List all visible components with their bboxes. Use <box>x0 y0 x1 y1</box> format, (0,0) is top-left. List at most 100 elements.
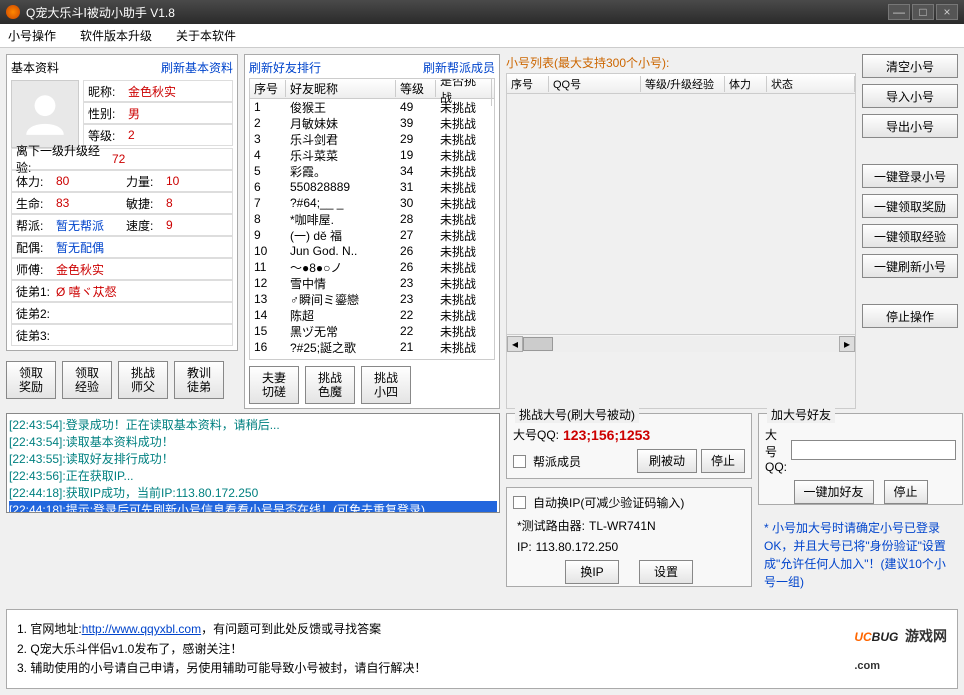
footer: 1. 官网地址:http://www.qqyxbl.com，有问题可到此处反馈或… <box>6 609 958 689</box>
refresh-friends-link[interactable]: 刷新好友排行 <box>249 59 321 76</box>
scroll-left-icon[interactable]: ◂ <box>507 336 523 352</box>
claim-all-exp-button[interactable]: 一键领取经验 <box>862 224 958 248</box>
table-row[interactable]: 14陈超22未挑战 <box>250 307 494 323</box>
challenge-stop-button[interactable]: 停止 <box>701 449 745 473</box>
login-all-button[interactable]: 一键登录小号 <box>862 164 958 188</box>
gang-label: 帮派: <box>12 217 52 234</box>
life-label: 生命: <box>12 195 52 212</box>
menu-about[interactable]: 关于本软件 <box>176 27 236 44</box>
scroll-right-icon[interactable]: ▸ <box>839 336 855 352</box>
basic-title: 基本资料 <box>11 59 59 76</box>
claim-all-reward-button[interactable]: 一键领取奖励 <box>862 194 958 218</box>
brush-passive-button[interactable]: 刷被动 <box>637 449 697 473</box>
clear-alt-button[interactable]: 清空小号 <box>862 54 958 78</box>
ip-settings-button[interactable]: 设置 <box>639 560 693 584</box>
hp-value: 80 <box>52 174 122 188</box>
refresh-gang-link[interactable]: 刷新帮派成员 <box>423 59 495 76</box>
alt-col-qq[interactable]: QQ号 <box>549 76 641 92</box>
foot1-post: ，有问题可到此处反馈或寻找答案 <box>201 622 381 636</box>
gang-member-label: 帮派成员 <box>533 453 581 470</box>
gender-value: 男 <box>124 105 232 122</box>
gender-label: 性别: <box>84 105 124 122</box>
challenge-qq-value: 123;156;1253 <box>563 427 650 443</box>
maximize-button[interactable]: □ <box>912 4 934 20</box>
level-label: 等级: <box>84 127 124 144</box>
col-idx[interactable]: 序号 <box>250 80 286 97</box>
str-label: 力量: <box>122 173 162 190</box>
table-row[interactable]: 655082888931未挑战 <box>250 179 494 195</box>
stop-button[interactable]: 停止操作 <box>862 304 958 328</box>
spd-label: 速度: <box>122 217 162 234</box>
table-row[interactable]: 16?#25;誕之歌21未挑战 <box>250 339 494 355</box>
change-ip-button[interactable]: 换IP <box>565 560 619 584</box>
friend-table[interactable]: 序号 好友昵称 等级 是否挑战 1俊猴王49未挑战2月敏妹妹39未挑战3乐斗剑君… <box>249 78 495 360</box>
router-label: *测试路由器: <box>517 517 585 534</box>
log-line: [22:44:18]:获取IP成功，当前IP:113.80.172.250 <box>9 484 497 501</box>
couple-spar-button[interactable]: 夫妻 切磋 <box>249 366 299 404</box>
alt-col-status[interactable]: 状态 <box>767 76 855 92</box>
challenge-title: 挑战大号(刷大号被动) <box>515 406 639 423</box>
table-row[interactable]: 4乐斗菜菜19未挑战 <box>250 147 494 163</box>
refresh-basic-link[interactable]: 刷新基本资料 <box>161 59 233 76</box>
claim-reward-button[interactable]: 领取 奖励 <box>6 361 56 399</box>
d3-label: 徒弟3: <box>12 327 52 344</box>
table-row[interactable]: 2月敏妹妹39未挑战 <box>250 115 494 131</box>
master-value: 金色秋实 <box>52 261 232 278</box>
table-row[interactable]: 9(一) dě 福27未挑战 <box>250 227 494 243</box>
menu-upgrade[interactable]: 软件版本升级 <box>80 27 152 44</box>
note-box: * 小号加大号时请确定小号已登录OK，并且大号已将"身份验证"设置成"允许任何人… <box>758 513 963 603</box>
challenge-xiaosi-button[interactable]: 挑战 小四 <box>361 366 411 404</box>
table-row[interactable]: 11～●8●○ノ26未挑战 <box>250 259 494 275</box>
autoip-checkbox[interactable] <box>513 496 526 509</box>
foot2: 2. Q宠大乐斗伴侣v1.0发布了，感谢关注！ <box>17 640 426 659</box>
foot3: 3. 辅助使用的小号请自己申请，另使用辅助可能导致小号被封，请自行解决！ <box>17 659 426 678</box>
challenge-group: 挑战大号(刷大号被动) 大号QQ: 123;156;1253 帮派成员 刷被动 … <box>506 413 752 479</box>
addfriend-qq-input[interactable] <box>791 440 956 460</box>
d1-value: Ø 嘻ヾ苁惄 <box>52 283 232 300</box>
logo: UCBUG 游戏网 .com <box>854 620 947 676</box>
scroll-thumb[interactable] <box>523 337 553 351</box>
refresh-all-button[interactable]: 一键刷新小号 <box>862 254 958 278</box>
addfriend-stop-button[interactable]: 停止 <box>884 480 928 504</box>
menubar: 小号操作 软件版本升级 关于本软件 <box>0 24 964 48</box>
alt-col-exp[interactable]: 等级/升级经验 <box>641 76 725 92</box>
import-alt-button[interactable]: 导入小号 <box>862 84 958 108</box>
table-row[interactable]: 10Jun God. N..26未挑战 <box>250 243 494 259</box>
alt-col-hp[interactable]: 体力 <box>725 76 767 92</box>
table-row[interactable]: 12雪中情23未挑战 <box>250 275 494 291</box>
spd-value: 9 <box>162 218 232 232</box>
claim-exp-button[interactable]: 领取 经验 <box>62 361 112 399</box>
add-friend-button[interactable]: 一键加好友 <box>794 480 874 504</box>
minimize-button[interactable]: — <box>888 4 910 20</box>
alt-list-panel: 小号列表(最大支持300个小号): 序号 QQ号 等级/升级经验 体力 状态 ◂… <box>506 54 856 409</box>
table-row[interactable]: 15黑ヅ无常22未挑战 <box>250 323 494 339</box>
note-text: * 小号加大号时请确定小号已登录OK，并且大号已将"身份验证"设置成"允许任何人… <box>764 519 957 591</box>
table-row[interactable]: 13♂瞬间ミ鎏戀23未挑战 <box>250 291 494 307</box>
table-row[interactable]: 3乐斗剑君29未挑战 <box>250 131 494 147</box>
export-alt-button[interactable]: 导出小号 <box>862 114 958 138</box>
gang-value: 暂无帮派 <box>52 217 122 234</box>
menu-alt-ops[interactable]: 小号操作 <box>8 27 56 44</box>
log-line-selected: [22:44:18]:提示:登录后可先刷新小号信息看看小号是否在线！(可免去重复… <box>9 501 497 513</box>
table-row[interactable]: 7?#64;__ _30未挑战 <box>250 195 494 211</box>
close-button[interactable]: × <box>936 4 958 20</box>
window-title: Q宠大乐斗Ⅰ被动小助手 V1.8 <box>26 4 886 21</box>
alt-scrollbar[interactable]: ◂ ▸ <box>507 334 855 352</box>
teach-disciple-button[interactable]: 教训 徒弟 <box>174 361 224 399</box>
table-row[interactable]: 8*咖啡屋.28未挑战 <box>250 211 494 227</box>
col-level[interactable]: 等级 <box>396 80 436 97</box>
alt-col-idx[interactable]: 序号 <box>507 76 549 92</box>
agi-label: 敏捷: <box>122 195 162 212</box>
table-row[interactable]: 1俊猴王49未挑战 <box>250 99 494 115</box>
avatar <box>11 80 79 148</box>
alt-table[interactable]: 序号 QQ号 等级/升级经验 体力 状态 ◂ ▸ <box>506 73 856 409</box>
challenge-master-button[interactable]: 挑战 师父 <box>118 361 168 399</box>
level-value: 2 <box>124 128 232 142</box>
d2-label: 徒弟2: <box>12 305 52 322</box>
challenge-semo-button[interactable]: 挑战 色魔 <box>305 366 355 404</box>
col-name[interactable]: 好友昵称 <box>286 80 396 97</box>
log-box[interactable]: [22:43:54]:登录成功！正在读取基本资料，请稍后... [22:43:5… <box>6 413 500 513</box>
table-row[interactable]: 5彩霞。34未挑战 <box>250 163 494 179</box>
foot1-url[interactable]: http://www.qqyxbl.com <box>82 622 201 636</box>
gang-member-checkbox[interactable] <box>513 455 526 468</box>
